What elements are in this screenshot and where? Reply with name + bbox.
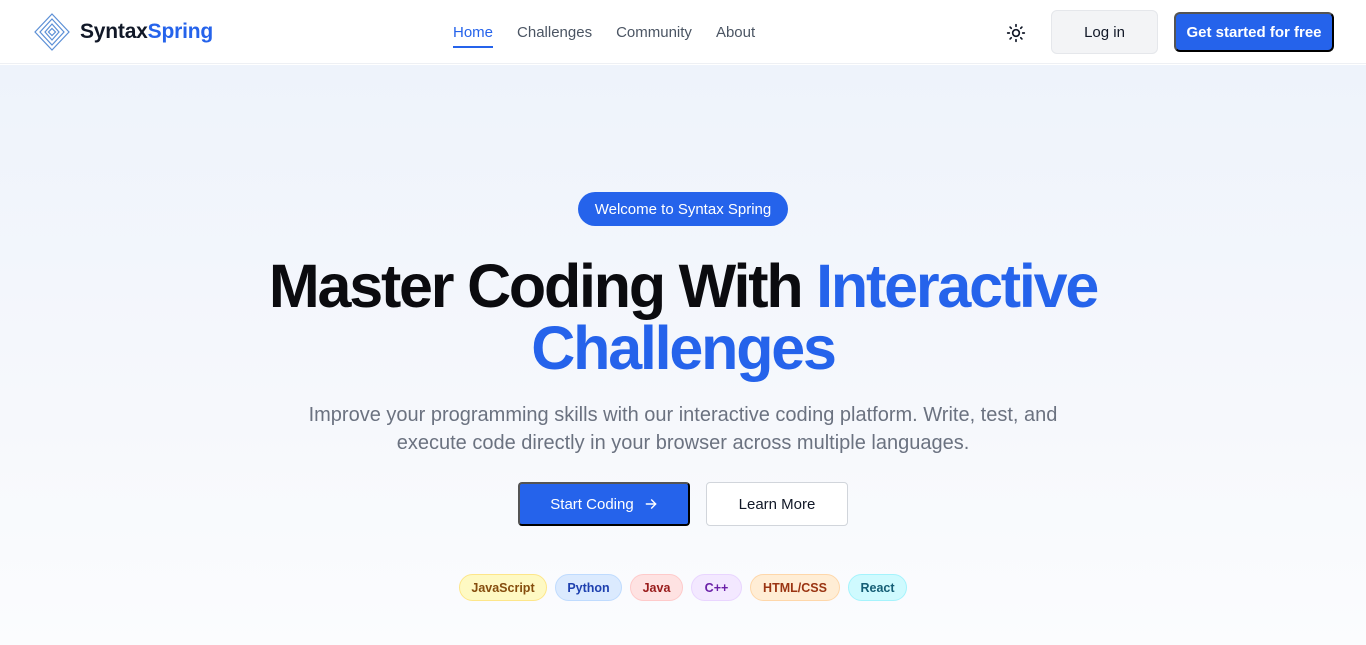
brand-name-part2: Spring [147, 20, 213, 43]
arrow-right-icon [644, 497, 658, 511]
tag-cpp[interactable]: C++ [691, 574, 742, 601]
sun-icon [1006, 23, 1026, 43]
welcome-badge: Welcome to Syntax Spring [578, 192, 788, 226]
logo-icon [34, 13, 70, 51]
theme-toggle-button[interactable] [1002, 19, 1030, 47]
tag-javascript[interactable]: JavaScript [459, 574, 547, 601]
nav-community[interactable]: Community [616, 20, 692, 45]
nav-challenges[interactable]: Challenges [517, 20, 592, 45]
headline-part1: Master Coding With [268, 252, 817, 320]
language-tags: JavaScript Python Java C++ HTML/CSS Reac… [459, 574, 915, 601]
tag-react[interactable]: React [848, 574, 907, 601]
hero-subtitle: Improve your programming skills with our… [308, 404, 1058, 454]
brand-name: SyntaxSpring [80, 20, 213, 44]
start-coding-label: Start Coding [550, 495, 634, 513]
main-nav: Home Challenges Community About [453, 0, 779, 64]
start-coding-button[interactable]: Start Coding [518, 482, 690, 526]
nav-home[interactable]: Home [453, 20, 494, 48]
brand-logo[interactable]: SyntaxSpring [34, 13, 213, 51]
tag-html-css[interactable]: HTML/CSS [750, 574, 840, 601]
brand-name-part1: Syntax [80, 20, 148, 43]
login-button[interactable]: Log in [1051, 10, 1158, 54]
get-started-button[interactable]: Get started for free [1174, 12, 1334, 52]
tag-python[interactable]: Python [555, 574, 622, 601]
learn-more-button[interactable]: Learn More [706, 482, 848, 526]
top-nav-bar: SyntaxSpring Home Challenges Community A… [0, 0, 1366, 64]
hero-headline: Master Coding With Interactive Challenge… [183, 255, 1183, 379]
hero-section: Welcome to Syntax Spring Master Coding W… [0, 65, 1366, 645]
nav-about[interactable]: About [716, 20, 755, 45]
tag-java[interactable]: Java [630, 574, 683, 601]
